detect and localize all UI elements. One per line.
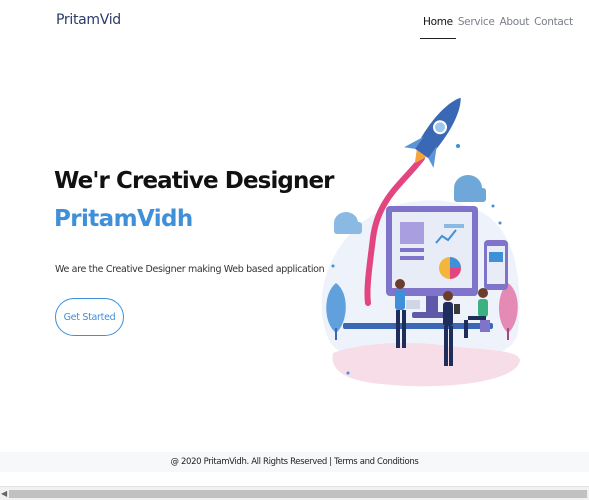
- hero-subtitle: We are the Creative Designer making Web …: [55, 264, 325, 275]
- navbar: PritamVid Home Service About Contact: [0, 0, 589, 44]
- scrollbar-thumb[interactable]: [9, 490, 587, 498]
- get-started-button[interactable]: Get Started: [55, 298, 124, 336]
- nav-link-home[interactable]: Home: [420, 16, 456, 39]
- nav-link-about[interactable]: About: [500, 16, 530, 36]
- brand-logo[interactable]: PritamVid: [56, 12, 121, 28]
- scroll-left-arrow-icon[interactable]: ◀: [1, 489, 7, 498]
- footer-text: @ 2020 PritamVidh. All Rights Reserved |…: [170, 457, 419, 467]
- footer: @ 2020 PritamVidh. All Rights Reserved |…: [0, 452, 589, 472]
- hero-title: We'r Creative Designer: [54, 168, 335, 194]
- hero-illustration: [321, 97, 520, 387]
- hero-name: PritamVidh: [54, 206, 193, 232]
- nav-links: Home Service About Contact: [420, 16, 573, 39]
- horizontal-scrollbar[interactable]: ◀: [0, 486, 589, 500]
- nav-link-contact[interactable]: Contact: [534, 16, 573, 36]
- nav-link-service[interactable]: Service: [458, 16, 495, 36]
